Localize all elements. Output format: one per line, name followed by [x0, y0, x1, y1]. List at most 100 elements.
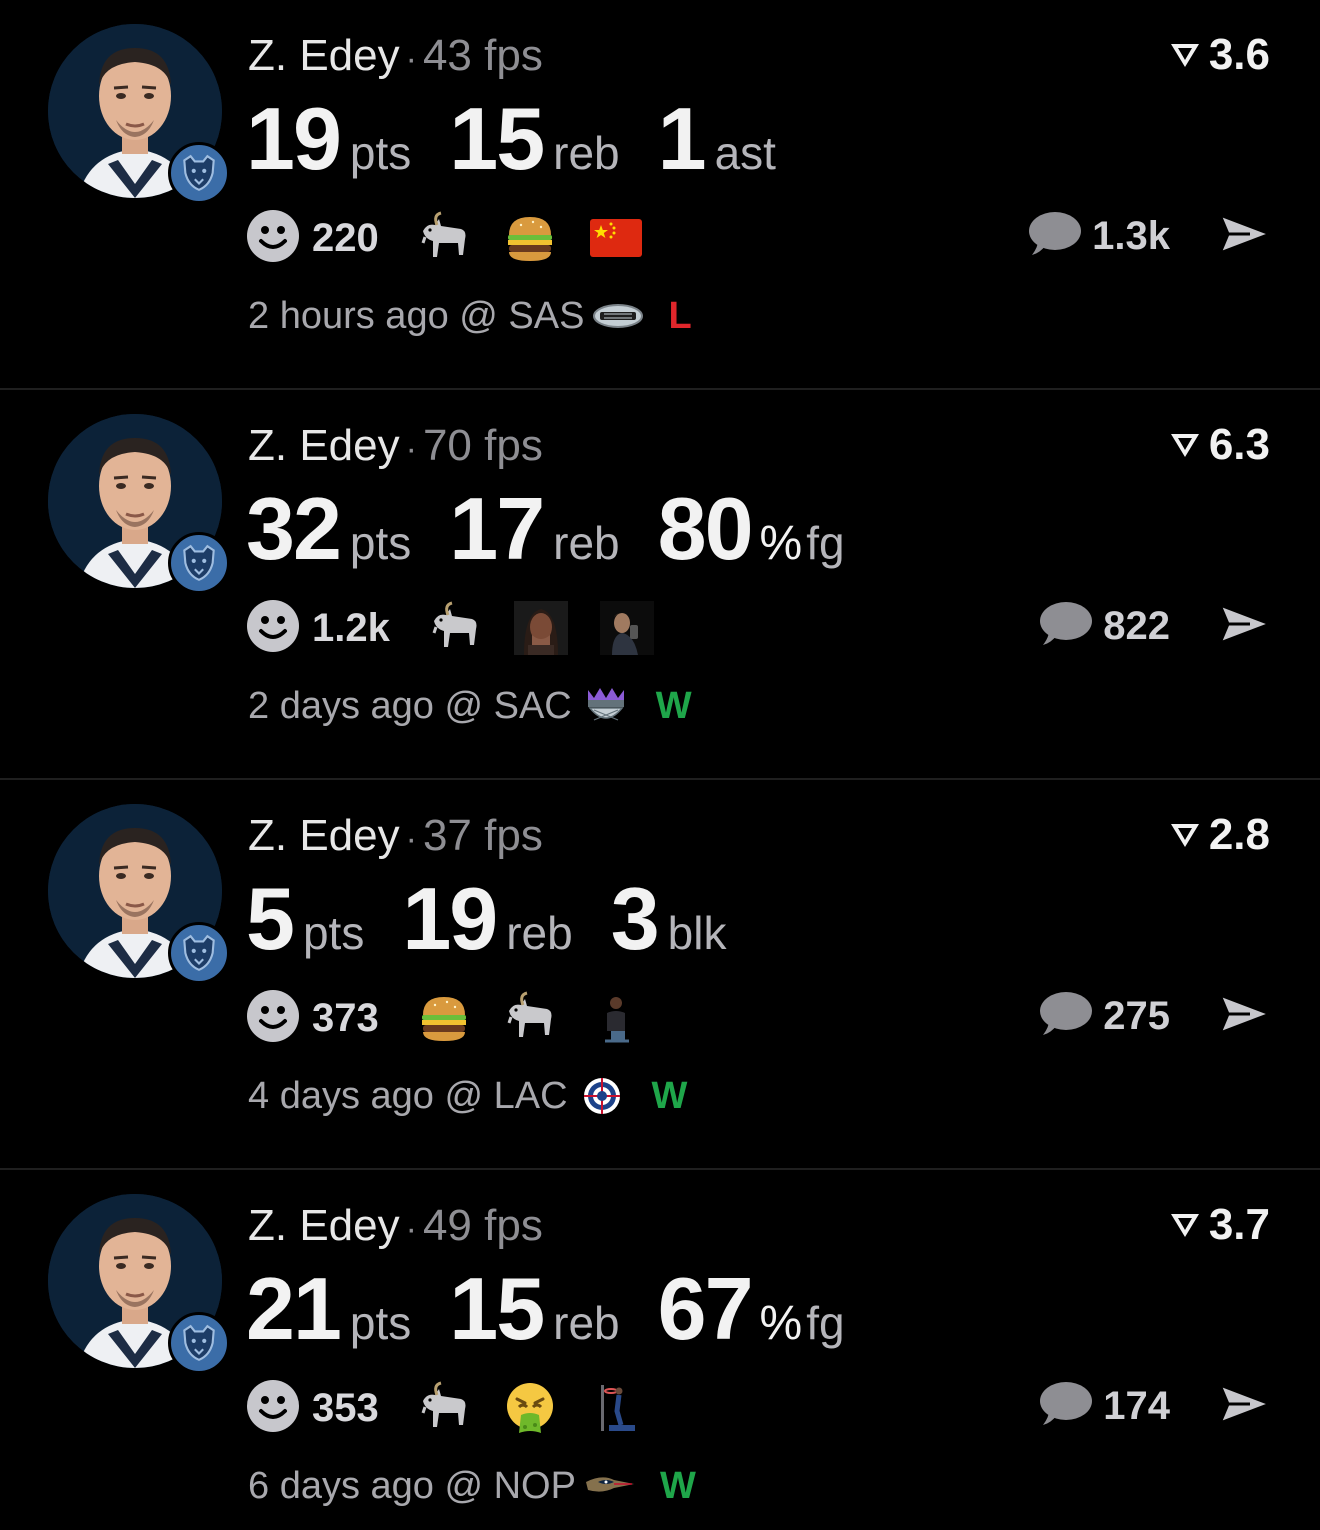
stat-ast: 1 ast	[658, 88, 776, 190]
smile-reaction-icon[interactable]	[246, 209, 300, 268]
rating[interactable]: 3.7	[1169, 1200, 1270, 1250]
game-info: 2 days ago @ SAC W	[248, 682, 692, 730]
stat-blk: 3 blk	[611, 868, 727, 970]
time-ago: 6 days ago	[248, 1465, 434, 1507]
opponent-label[interactable]: @ LAC	[444, 1072, 567, 1120]
rating-icon	[1169, 810, 1201, 860]
comment-count[interactable]: 822	[1103, 604, 1170, 649]
reaction-emojis	[426, 601, 684, 655]
reaction-emojis	[415, 991, 673, 1045]
stat-unit: reb	[506, 907, 573, 959]
stat-unit: reb	[553, 517, 620, 569]
comment-count[interactable]: 1.3k	[1092, 214, 1170, 259]
goat-icon[interactable]	[426, 601, 484, 655]
stat-pts: 21 pts	[246, 1258, 411, 1360]
stat-unit: reb	[553, 127, 620, 179]
actions-row: 1.3k	[1024, 206, 1274, 266]
player-name[interactable]: Z. Edey	[248, 1201, 400, 1250]
goat-icon[interactable]	[415, 211, 473, 265]
dunk-icon[interactable]	[587, 1381, 645, 1435]
clippers-logo-icon	[576, 1076, 628, 1116]
player-name[interactable]: Z. Edey	[248, 421, 400, 470]
stat-unit: fg	[806, 1297, 845, 1349]
stat-fg: 80% fg	[658, 478, 845, 580]
rating-value: 3.7	[1208, 1200, 1270, 1249]
game-info: 6 days ago @ NOP W	[248, 1462, 696, 1510]
post-header: Z. Edey · 49 fps	[248, 1198, 543, 1257]
comment-icon[interactable]	[1024, 209, 1082, 264]
goat-icon[interactable]	[415, 1381, 473, 1435]
stat-value: 15	[449, 89, 545, 188]
game-post-card[interactable]: Z. Edey · 43 fps 3.6 19 pts 15 reb 1 ast 220	[0, 0, 1320, 390]
player-name[interactable]: Z. Edey	[248, 811, 400, 860]
stat-unit: blk	[667, 907, 727, 959]
stat-pts: 5 pts	[246, 868, 364, 970]
stat-reb: 15 reb	[449, 1258, 619, 1360]
share-send-icon[interactable]	[1216, 1379, 1274, 1434]
fantasy-points: 43 fps	[422, 31, 543, 80]
game-result: L	[668, 295, 692, 337]
separator-dot: ·	[405, 1210, 417, 1248]
smile-reaction-icon[interactable]	[246, 989, 300, 1048]
stat-value: 1	[657, 89, 707, 188]
comment-icon[interactable]	[1035, 989, 1093, 1044]
grizzlies-team-icon	[168, 1312, 230, 1374]
rating-icon	[1169, 1200, 1201, 1250]
rating[interactable]: 6.3	[1169, 420, 1270, 470]
game-post-card[interactable]: Z. Edey · 37 fps 2.8 5 pts 19 reb 3 blk 373	[0, 780, 1320, 1170]
reactions-row[interactable]: 373	[246, 988, 673, 1048]
separator-dot: ·	[405, 430, 417, 468]
burger-icon[interactable]	[415, 991, 473, 1045]
comment-count[interactable]: 275	[1103, 994, 1170, 1039]
spurs-logo-icon	[592, 296, 644, 336]
pelicans-logo-icon	[584, 1466, 636, 1506]
burger-icon[interactable]	[501, 211, 559, 265]
smile-reaction-icon[interactable]	[246, 1379, 300, 1438]
stat-unit: reb	[553, 1297, 620, 1349]
game-post-card[interactable]: Z. Edey · 70 fps 6.3 32 pts 17 reb 80% fg 1.2k	[0, 390, 1320, 780]
fantasy-points: 37 fps	[422, 811, 543, 860]
comment-icon[interactable]	[1035, 599, 1093, 654]
share-send-icon[interactable]	[1216, 599, 1274, 654]
opponent-label[interactable]: @ NOP	[444, 1462, 575, 1510]
opponent-label[interactable]: @ SAC	[444, 682, 571, 730]
stat-unit: pts	[302, 907, 365, 959]
stat-value: 5	[246, 869, 295, 968]
game-post-card[interactable]: Z. Edey · 49 fps 3.7 21 pts 15 reb 67% fg 353	[0, 1170, 1320, 1530]
stat-value: 17	[449, 479, 545, 578]
rating[interactable]: 2.8	[1169, 810, 1270, 860]
rating[interactable]: 3.6	[1169, 30, 1270, 80]
share-send-icon[interactable]	[1216, 989, 1274, 1044]
grizzlies-team-icon	[168, 142, 230, 204]
stat-unit: pts	[349, 127, 412, 179]
comment-icon[interactable]	[1035, 1379, 1093, 1434]
reactions-row[interactable]: 353	[246, 1378, 673, 1438]
vomiting-face-icon[interactable]	[501, 1381, 559, 1435]
comment-count[interactable]: 174	[1103, 1384, 1170, 1429]
stat-unit: pts	[349, 517, 412, 569]
china-flag-icon[interactable]	[587, 211, 645, 265]
stat-unit: fg	[806, 517, 845, 569]
stat-fg: 67% fg	[658, 1258, 845, 1360]
reaction-emojis	[415, 1381, 673, 1435]
reaction-count: 220	[312, 215, 379, 260]
reactions-row[interactable]: 1.2k	[246, 598, 684, 658]
man-on-phone-icon[interactable]	[598, 601, 656, 655]
sitting-person-icon[interactable]	[587, 991, 645, 1045]
time-ago: 4 days ago	[248, 1075, 434, 1117]
share-send-icon[interactable]	[1216, 209, 1274, 264]
opponent-label[interactable]: @ SAS	[459, 292, 584, 340]
reactions-row[interactable]: 220	[246, 208, 673, 268]
stat-value: 19	[246, 89, 342, 188]
time-ago: 2 days ago	[248, 685, 434, 727]
smile-reaction-icon[interactable]	[246, 599, 300, 658]
crying-person-icon[interactable]	[512, 601, 570, 655]
stat-value: 32	[246, 479, 342, 578]
player-name[interactable]: Z. Edey	[248, 31, 400, 80]
rating-value: 2.8	[1208, 810, 1270, 859]
fantasy-points: 70 fps	[422, 421, 543, 470]
goat-icon[interactable]	[501, 991, 559, 1045]
stat-unit: ast	[714, 127, 776, 179]
stat-line: 19 pts 15 reb 1 ast	[246, 88, 814, 188]
rating-value: 6.3	[1208, 420, 1270, 469]
